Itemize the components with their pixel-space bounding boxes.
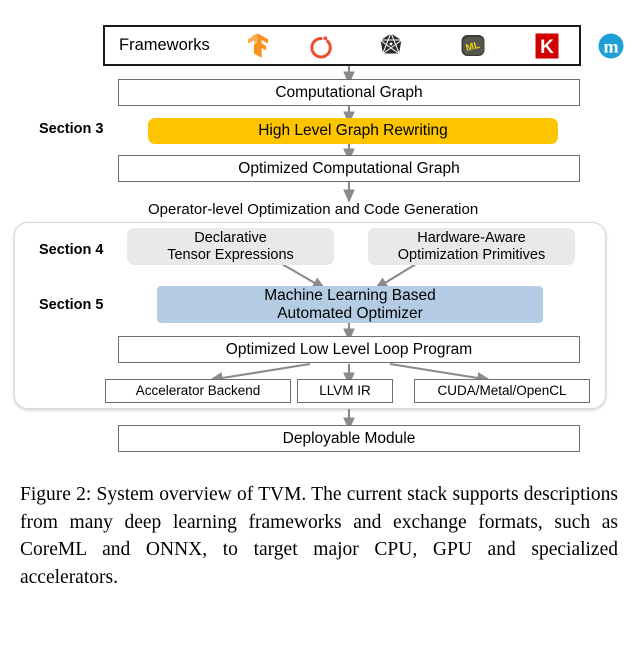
tensorflow-logo [242, 30, 274, 62]
optimized-computational-graph-box: Optimized Computational Graph [118, 155, 580, 182]
svg-text:m: m [604, 36, 619, 56]
figure-2-system-overview: Frameworks ML K m Computational Graph Se… [0, 0, 636, 470]
deployable-module-label: Deployable Module [282, 429, 416, 447]
frameworks-box: Frameworks ML K m [103, 25, 624, 66]
optimized-low-level-loop-program-box: Optimized Low Level Loop Program [118, 336, 580, 363]
high-level-graph-rewriting-label: High Level Graph Rewriting [258, 122, 448, 140]
hardware-aware-optimization-primitives-label: Hardware-Aware Optimization Primitives [397, 229, 546, 263]
pytorch-logo [305, 30, 337, 62]
section-5-label: Section 5 [39, 297, 104, 313]
figure-caption-text: System overview of TVM. The current stac… [20, 484, 618, 589]
cuda-metal-opencl-label: CUDA/Metal/OpenCL [437, 383, 567, 399]
accelerator-backend-label: Accelerator Backend [135, 383, 261, 399]
optimized-computational-graph-label: Optimized Computational Graph [238, 159, 460, 177]
ml-automated-optimizer-label: Machine Learning Based Automated Optimiz… [264, 286, 436, 322]
frameworks-label: Frameworks [119, 36, 210, 55]
computational-graph-box: Computational Graph [118, 79, 580, 106]
onnx-logo [375, 30, 407, 62]
figure-caption-label: Figure 2: [20, 484, 92, 505]
section-4-label: Section 4 [39, 242, 104, 258]
declarative-tensor-expressions-label: Declarative Tensor Expressions [167, 229, 294, 263]
coreml-logo: ML [457, 30, 489, 62]
cuda-metal-opencl-box: CUDA/Metal/OpenCL [414, 379, 590, 403]
operator-level-heading: Operator-level Optimization and Code Gen… [148, 201, 479, 218]
svg-text:K: K [540, 37, 554, 58]
ml-automated-optimizer-box: Machine Learning Based Automated Optimiz… [157, 286, 543, 323]
llvm-ir-box: LLVM IR [297, 379, 393, 403]
accelerator-backend-box: Accelerator Backend [105, 379, 291, 403]
hardware-aware-optimization-primitives-box: Hardware-Aware Optimization Primitives [368, 228, 575, 265]
keras-logo: K [531, 30, 563, 62]
optimized-low-level-loop-program-label: Optimized Low Level Loop Program [225, 340, 473, 358]
computational-graph-label: Computational Graph [275, 83, 423, 101]
deployable-module-box: Deployable Module [118, 425, 580, 452]
declarative-tensor-expressions-box: Declarative Tensor Expressions [127, 228, 334, 265]
llvm-ir-label: LLVM IR [319, 383, 371, 399]
section-3-label: Section 3 [39, 121, 104, 137]
high-level-graph-rewriting-box: High Level Graph Rewriting [148, 118, 558, 144]
mxnet-logo: m [595, 30, 627, 62]
figure-caption: Figure 2: System overview of TVM. The cu… [20, 481, 618, 592]
